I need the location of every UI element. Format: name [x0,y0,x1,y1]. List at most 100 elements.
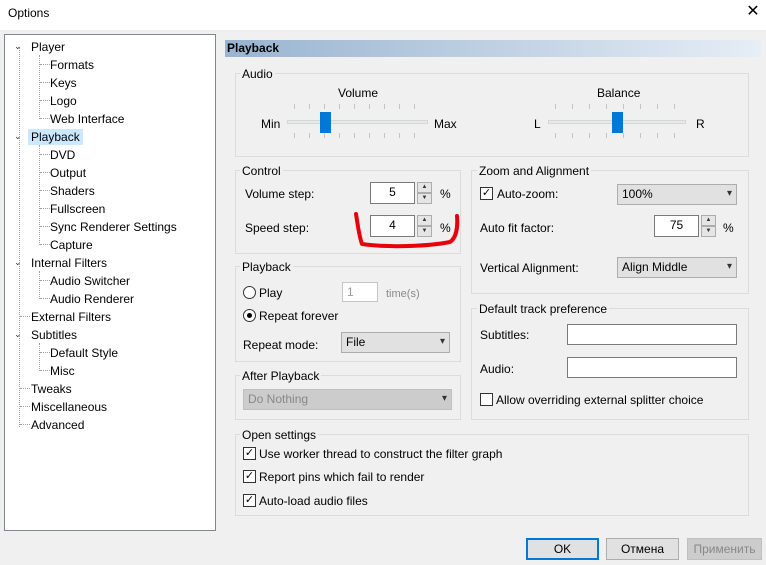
audio-pref-input[interactable] [567,357,737,378]
slider-tick [572,133,573,138]
zoom-group-label: Zoom and Alignment [477,164,592,178]
slider-tick [399,104,400,109]
repeat-forever-radio[interactable] [243,309,256,322]
after-playback-select[interactable]: Do Nothing ▾ [243,389,452,410]
tree-item-playback[interactable]: Playback [28,129,83,145]
slider-tick [369,104,370,109]
tree-item-audio-switcher[interactable]: Audio Switcher [50,273,130,289]
volume-step-input[interactable]: 5 [370,182,415,204]
cancel-button[interactable]: Отмена [606,538,679,560]
tree-item-audio-renderer[interactable]: Audio Renderer [50,291,134,307]
play-label: Play [259,286,283,300]
tree-item-shaders[interactable]: Shaders [50,183,95,199]
spin-down-icon[interactable]: ▼ [417,193,432,204]
after-playback-group-label: After Playback [240,369,322,383]
balance-slider-thumb[interactable] [611,112,623,133]
tree-item-default-style[interactable]: Default Style [50,345,118,361]
tree-item-internal-filters[interactable]: Internal Filters [31,255,107,271]
collapse-chevron-icon[interactable]: ⌄ [14,329,24,339]
tree-item-player[interactable]: Player [31,39,65,55]
worker-thread-label: Use worker thread to construct the filte… [259,447,503,461]
tree-item-output[interactable]: Output [50,165,86,181]
vertical-alignment-label: Vertical Alignment: [480,261,579,275]
chevron-down-icon: ▾ [726,261,732,272]
slider-tick [640,133,641,138]
slider-tick [309,133,310,138]
spin-up-icon[interactable]: ▲ [701,215,716,226]
playback-group-label: Playback [240,260,293,274]
tree-item-sync-renderer-settings[interactable]: Sync Renderer Settings [50,219,177,235]
repeat-mode-select[interactable]: File ▾ [341,332,450,353]
slider-tick [589,104,590,109]
worker-thread-checkbox[interactable]: ✓ [243,447,256,460]
vertical-alignment-select[interactable]: Align Middle ▾ [617,257,737,278]
tree-item-subtitles[interactable]: Subtitles [31,327,77,343]
collapse-chevron-icon[interactable]: ⌄ [14,257,24,267]
chevron-down-icon: ▾ [441,393,447,404]
spin-down-icon[interactable]: ▼ [701,226,716,237]
tree-item-misc[interactable]: Misc [50,363,75,379]
slider-tick [589,133,590,138]
slider-tick [623,104,624,109]
auto-zoom-checkbox[interactable]: ✓ [480,187,493,200]
tree-item-tweaks[interactable]: Tweaks [31,381,72,397]
tree-item-miscellaneous[interactable]: Miscellaneous [31,399,107,415]
repeat-mode-label: Repeat mode: [243,338,319,352]
slider-tick [555,133,556,138]
ok-button[interactable]: OK [526,538,599,560]
subtitles-pref-input[interactable] [567,324,737,345]
slider-tick [369,133,370,138]
tree-item-keys[interactable]: Keys [50,75,77,91]
play-radio[interactable] [243,286,256,299]
auto-zoom-label: Auto-zoom: [497,187,559,201]
close-icon[interactable]: ✕ [744,3,762,21]
volume-slider-track[interactable] [287,120,428,124]
slider-tick [606,133,607,138]
auto-load-audio-checkbox[interactable]: ✓ [243,494,256,507]
volume-slider-thumb[interactable] [319,112,331,133]
volume-step-unit: % [440,187,451,201]
slider-tick [324,104,325,109]
auto-load-audio-label: Auto-load audio files [259,494,368,508]
auto-fit-spinner[interactable]: ▲ ▼ [701,215,716,237]
allow-override-label: Allow overriding external splitter choic… [496,393,704,407]
report-pins-checkbox[interactable]: ✓ [243,470,256,483]
allow-override-checkbox[interactable] [480,393,493,406]
vertical-alignment-value: Align Middle [622,260,688,274]
auto-fit-unit: % [723,221,734,235]
slider-tick [294,133,295,138]
collapse-chevron-icon[interactable]: ⌄ [14,131,24,141]
slider-tick [324,133,325,138]
tree-item-dvd[interactable]: DVD [50,147,75,163]
report-pins-label: Report pins which fail to render [259,470,425,484]
window-title: Options [8,6,50,20]
tree-item-logo[interactable]: Logo [50,93,77,109]
auto-zoom-select[interactable]: 100% ▾ [617,184,737,205]
repeat-forever-label: Repeat forever [259,309,339,323]
play-count-input[interactable]: 1 [342,282,378,302]
apply-button[interactable]: Применить [687,538,762,560]
tree-item-formats[interactable]: Formats [50,57,94,73]
auto-fit-input[interactable]: 75 [654,215,699,237]
volume-max-label: Max [434,117,457,131]
slider-tick [572,104,573,109]
slider-tick [384,133,385,138]
slider-tick [399,133,400,138]
volume-step-spinner[interactable]: ▲ ▼ [417,182,432,204]
options-tree[interactable]: ⌄ ⌄ ⌄ ⌄ Player Formats Keys Logo Web Int… [4,34,216,531]
spin-up-icon[interactable]: ▲ [417,182,432,193]
collapse-chevron-icon[interactable]: ⌄ [14,41,24,51]
slider-tick [384,104,385,109]
slider-tick [414,104,415,109]
tree-item-web-interface[interactable]: Web Interface [50,111,124,127]
tree-item-external-filters[interactable]: External Filters [31,309,111,325]
slider-tick [414,133,415,138]
tree-item-capture[interactable]: Capture [50,237,93,253]
title-bar [0,0,766,30]
slider-tick [606,104,607,109]
tree-item-fullscreen[interactable]: Fullscreen [50,201,105,217]
repeat-mode-value: File [346,335,366,349]
slider-tick [339,133,340,138]
tree-item-advanced[interactable]: Advanced [31,417,84,433]
slider-tick [657,133,658,138]
